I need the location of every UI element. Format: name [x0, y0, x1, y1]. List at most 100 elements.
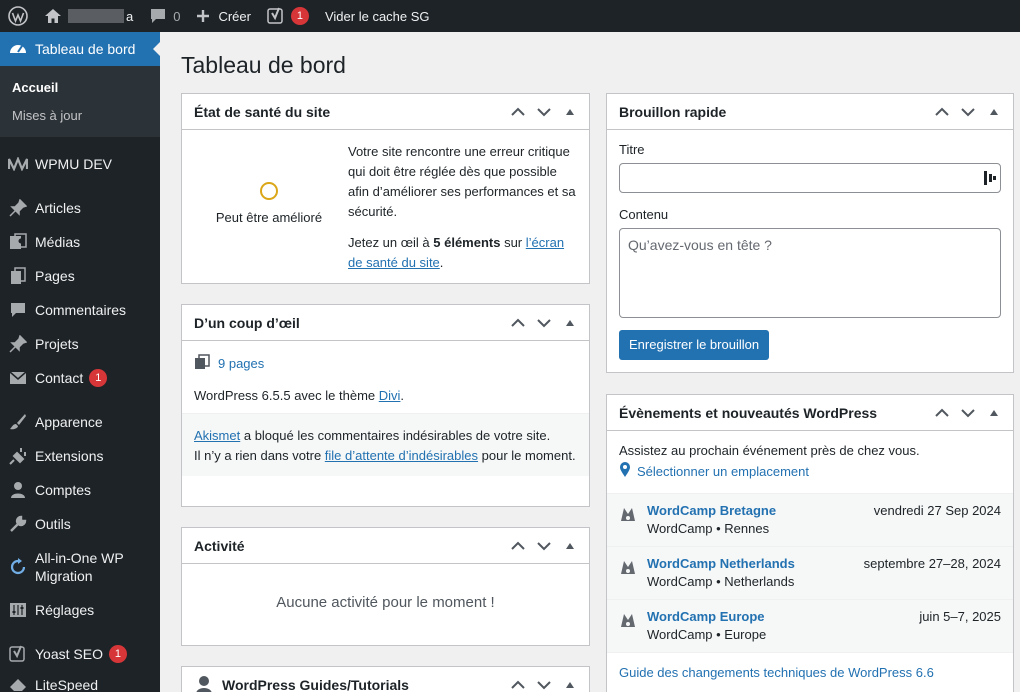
quick-draft-widget: Brouillon rapide Titre Contenu Qu’avez-v…	[606, 93, 1014, 373]
sidebar-item-aio-migration[interactable]: All-in-One WP Migration	[0, 541, 160, 593]
widget-header: Évènements et nouveautés WordPress	[607, 395, 1013, 431]
collapse-triangle-icon[interactable]	[557, 94, 583, 130]
collapse-triangle-icon[interactable]	[557, 667, 583, 692]
theme-link[interactable]: Divi	[379, 388, 401, 403]
sidebar-item-pages[interactable]: Pages	[0, 259, 160, 293]
chevron-down-icon[interactable]	[955, 395, 981, 431]
chevron-down-icon[interactable]	[955, 94, 981, 130]
event-meta: WordCamp • Europe	[647, 627, 767, 642]
spam-queue-link[interactable]: file d’attente d’indésirables	[325, 448, 478, 463]
events-intro: Assistez au prochain événement près de c…	[619, 443, 920, 458]
pushpin-icon	[8, 198, 28, 218]
yoast-notification-badge: 1	[290, 7, 309, 25]
pages-icon	[8, 266, 28, 286]
pushpin-icon	[8, 334, 28, 354]
event-name-link[interactable]: WordCamp Europe	[647, 609, 919, 624]
events-footer: Guide des changements techniques de Word…	[607, 653, 1013, 692]
chevron-up-icon[interactable]	[929, 94, 955, 130]
chevron-up-icon[interactable]	[505, 305, 531, 341]
sidebar-label-contact: Contact	[35, 370, 84, 386]
home-icon	[44, 8, 62, 24]
sidebar-label-pages: Pages	[35, 268, 75, 284]
widget-title: Activité	[194, 537, 245, 554]
sidebar-label-aio-migration: All-in-One WP Migration	[35, 549, 124, 585]
pages-count-link[interactable]: 9 pages	[218, 356, 264, 371]
comments-link[interactable]: 0	[141, 0, 188, 32]
widget-header: WordPress Guides/Tutorials	[182, 667, 589, 692]
chevron-up-icon[interactable]	[505, 667, 531, 692]
site-name-suffix: a	[126, 8, 134, 24]
site-health-message: Votre site rencontre une erreur critique…	[344, 142, 577, 273]
widget-controls	[929, 94, 1007, 130]
sidebar-item-tools[interactable]: Outils	[0, 507, 160, 541]
news-link[interactable]: Guide des changements techniques de Word…	[619, 665, 934, 680]
event-info: WordCamp Bretagne WordCamp • Rennes	[647, 503, 874, 536]
create-label: Créer	[218, 8, 251, 24]
admin-bar: a 0 Créer 1 Vider le cache SG	[0, 0, 1020, 32]
plugin-icon	[8, 446, 28, 466]
chevron-up-icon[interactable]	[505, 94, 531, 130]
site-name-link[interactable]: a	[36, 0, 141, 32]
sidebar-item-comments[interactable]: Commentaires	[0, 293, 160, 327]
sidebar-item-extensions[interactable]: Extensions	[0, 439, 160, 473]
grammar-assistant-icon[interactable]	[983, 170, 997, 189]
health-look-text: Jetez un œil à 5 éléments sur l’écran de…	[348, 233, 577, 273]
paintbrush-icon	[8, 412, 28, 432]
select-location-link[interactable]: Sélectionner un emplacement	[607, 458, 1013, 493]
create-new-menu[interactable]: Créer	[188, 0, 259, 32]
purge-cache-label: Vider le cache SG	[324, 8, 430, 24]
health-status-circle-icon	[260, 182, 278, 200]
sidebar-item-contact[interactable]: Contact 1	[0, 361, 160, 395]
chevron-down-icon[interactable]	[531, 667, 557, 692]
sidebar-item-appearance[interactable]: Apparence	[0, 405, 160, 439]
health-look-prefix: Jetez un œil à	[348, 235, 434, 250]
chevron-down-icon[interactable]	[531, 528, 557, 564]
sidebar-item-accounts[interactable]: Comptes	[0, 473, 160, 507]
widget-controls	[929, 395, 1007, 431]
yoast-icon	[8, 644, 28, 664]
collapse-triangle-icon[interactable]	[981, 395, 1007, 431]
draft-title-input[interactable]	[619, 163, 1001, 193]
collapse-triangle-icon[interactable]	[557, 528, 583, 564]
queue-prefix: Il n’y a rien dans votre	[194, 448, 325, 463]
sidebar-item-yoast[interactable]: Yoast SEO 1	[0, 637, 160, 671]
purge-cache-button[interactable]: Vider le cache SG	[317, 0, 438, 32]
event-name-link[interactable]: WordCamp Netherlands	[647, 556, 864, 571]
sidebar-label-dashboard: Tableau de bord	[35, 41, 136, 57]
glance-pages-row: 9 pages	[182, 341, 589, 375]
save-draft-button[interactable]: Enregistrer le brouillon	[619, 330, 770, 360]
chevron-up-icon[interactable]	[505, 528, 531, 564]
sidebar-item-articles[interactable]: Articles	[0, 191, 160, 225]
sidebar-item-settings[interactable]: Réglages	[0, 593, 160, 627]
chevron-up-icon[interactable]	[929, 395, 955, 431]
activity-widget: Activité Aucune activité pour le moment …	[181, 527, 590, 646]
submenu-item-home[interactable]: Accueil	[0, 73, 160, 101]
chevron-down-icon[interactable]	[531, 305, 557, 341]
widget-controls	[505, 305, 583, 341]
sidebar-item-media[interactable]: Médias	[0, 225, 160, 259]
event-info: WordCamp Europe WordCamp • Europe	[647, 609, 919, 642]
sidebar-label-extensions: Extensions	[35, 448, 104, 464]
yoast-menu[interactable]: 1	[259, 0, 317, 32]
draft-content-textarea[interactable]: Qu’avez-vous en tête ?	[619, 228, 1001, 318]
sidebar-item-wpmudev[interactable]: WPMU DEV	[0, 147, 160, 181]
widget-header: D’un coup d’œil	[182, 305, 589, 341]
collapse-triangle-icon[interactable]	[557, 305, 583, 341]
wordpress-logo-icon[interactable]	[0, 0, 36, 32]
sidebar-item-litespeed[interactable]: LiteSpeed	[0, 671, 160, 691]
akismet-link[interactable]: Akismet	[194, 428, 240, 443]
widget-title: État de santé du site	[194, 103, 331, 120]
sidebar-label-settings: Réglages	[35, 602, 95, 618]
sidebar-item-projects[interactable]: Projets	[0, 327, 160, 361]
collapse-triangle-icon[interactable]	[981, 94, 1007, 130]
guides-widget: WordPress Guides/Tutorials	[181, 666, 590, 692]
sidebar-item-dashboard[interactable]: Tableau de bord	[0, 32, 161, 66]
health-message-text: Votre site rencontre une erreur critique…	[348, 144, 576, 219]
chevron-down-icon[interactable]	[531, 94, 557, 130]
event-name-link[interactable]: WordCamp Bretagne	[647, 503, 874, 518]
wordcamp-icon	[619, 503, 639, 526]
dashboard-main: Tableau de bord État de santé du site Pe…	[160, 32, 1020, 692]
widget-title-wrap: WordPress Guides/Tutorials	[194, 674, 409, 692]
submenu-item-updates[interactable]: Mises à jour	[0, 101, 160, 129]
events-news-widget: Évènements et nouveautés WordPress Assis…	[606, 394, 1014, 692]
